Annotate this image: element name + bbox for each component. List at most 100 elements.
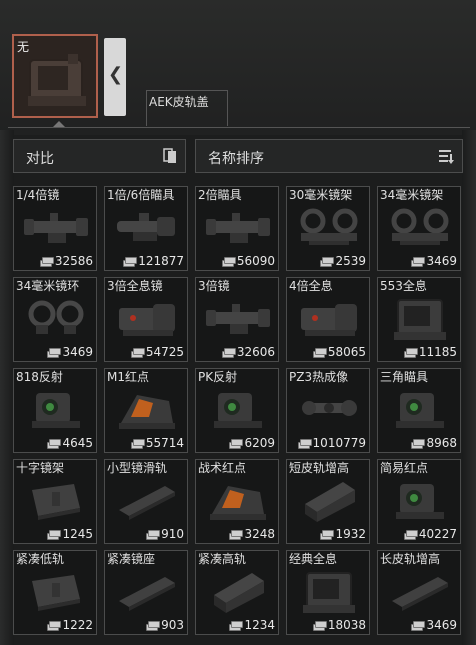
price-value: 3469 [426,254,457,268]
price-value: 4645 [62,436,93,450]
slot-label-box[interactable]: AEK皮轨盖 [146,90,228,126]
currency-icon [312,348,327,358]
attachment-item[interactable]: 经典全息 18038 [286,550,370,635]
currency-icon [146,621,161,631]
attachment-price: 1234 [229,618,275,632]
attachment-price: 1222 [47,618,93,632]
rail-icon [113,565,181,617]
equipped-slot[interactable]: 无 [12,34,98,118]
rail-mount-icon [22,474,90,526]
riser-icon [295,474,363,526]
red-dot-icon [204,474,272,526]
attachment-item[interactable]: 34毫米镜架 3469 [377,186,461,271]
caret-up-icon [53,121,65,127]
attachment-item[interactable]: 1/4倍镜 32586 [13,186,97,271]
scope-mount-icon [295,201,363,253]
scope-icon [204,201,272,253]
attachment-item[interactable]: 十字镜架 1245 [13,459,97,544]
reflex-sight-icon [22,383,90,435]
attachment-item[interactable]: 553全息 11185 [377,277,461,362]
attachment-item[interactable]: 短皮轨增高 1932 [286,459,370,544]
sort-dropdown[interactable]: 名称排序 [195,139,463,173]
currency-icon [229,621,244,631]
price-value: 11185 [418,345,457,359]
attachment-price: 1932 [320,527,366,541]
attachment-item[interactable]: 小型镜滑轨 910 [104,459,188,544]
holographic-sight-icon [386,292,454,344]
scope-icon [204,292,272,344]
currency-icon [39,257,54,267]
attachment-item[interactable]: 34毫米镜环 3469 [13,277,97,362]
attachment-price: 56090 [221,254,275,268]
holo-magnifier-icon [113,292,181,344]
attachment-item[interactable]: 紧凑镜座 903 [104,550,188,635]
attachment-item[interactable]: 简易红点 40227 [377,459,461,544]
price-value: 1010779 [312,436,366,450]
currency-icon [297,439,312,449]
attachment-item[interactable]: 818反射 4645 [13,368,97,453]
attachment-item[interactable]: 30毫米镜架 2539 [286,186,370,271]
attachment-price: 40227 [403,527,457,541]
price-value: 54725 [145,345,184,359]
currency-icon [221,257,236,267]
price-value: 8968 [426,436,457,450]
currency-icon [123,257,138,267]
sort-label: 名称排序 [208,151,264,167]
compare-button[interactable]: 对比 [13,139,186,173]
attachment-item[interactable]: 三角瞄具 8968 [377,368,461,453]
attachment-item[interactable]: 紧凑高轨 1234 [195,550,279,635]
attachment-price: 54725 [130,345,184,359]
attachment-item[interactable]: 1倍/6倍瞄具 121877 [104,186,188,271]
price-value: 2539 [335,254,366,268]
attachment-item[interactable]: 战术红点 3248 [195,459,279,544]
thermal-scope-icon [295,383,363,435]
left-weapon-background [0,130,14,645]
attachment-price: 1010779 [297,436,366,450]
currency-icon [229,439,244,449]
price-value: 18038 [327,618,366,632]
reflex-sight-icon [204,383,272,435]
collapse-panel-button[interactable]: ❮ [104,38,126,116]
price-value: 40227 [418,527,457,541]
price-value: 32606 [236,345,275,359]
attachment-price: 910 [146,527,184,541]
chevron-left-icon: ❮ [108,64,124,85]
attachment-item[interactable]: 2倍瞄具 56090 [195,186,279,271]
compare-label: 对比 [26,151,54,167]
price-value: 55714 [145,436,184,450]
rail-icon [386,565,454,617]
scope-mount-icon [386,201,454,253]
currency-icon [130,439,145,449]
attachment-item[interactable]: 3倍镜 32606 [195,277,279,362]
attachment-item[interactable]: 长皮轨增高 3469 [377,550,461,635]
price-value: 58065 [327,345,366,359]
currency-icon [403,530,418,540]
holographic-sight-icon [28,54,86,106]
currency-icon [411,439,426,449]
attachment-price: 55714 [130,436,184,450]
currency-icon [411,621,426,631]
attachment-price: 58065 [312,345,366,359]
attachment-price: 32586 [39,254,93,268]
attachment-price: 4645 [47,436,93,450]
currency-icon [47,530,62,540]
price-value: 1245 [62,527,93,541]
attachment-price: 18038 [312,618,366,632]
currency-icon [320,530,335,540]
currency-icon [320,257,335,267]
holo-magnifier-icon [295,292,363,344]
scope-ring-icon [22,292,90,344]
price-value: 1932 [335,527,366,541]
right-weapon-background [462,130,476,645]
reflex-sight-icon [386,474,454,526]
attachment-item[interactable]: PK反射 6209 [195,368,279,453]
attachment-item[interactable]: 4倍全息 58065 [286,277,370,362]
scope-icon [22,201,90,253]
currency-icon [221,348,236,358]
riser-icon [204,565,272,617]
attachment-item[interactable]: PZ3热成像 1010779 [286,368,370,453]
attachment-item[interactable]: M1红点 55714 [104,368,188,453]
price-value: 32586 [54,254,93,268]
attachment-item[interactable]: 3倍全息镜 54725 [104,277,188,362]
attachment-item[interactable]: 紧凑低轨 1222 [13,550,97,635]
